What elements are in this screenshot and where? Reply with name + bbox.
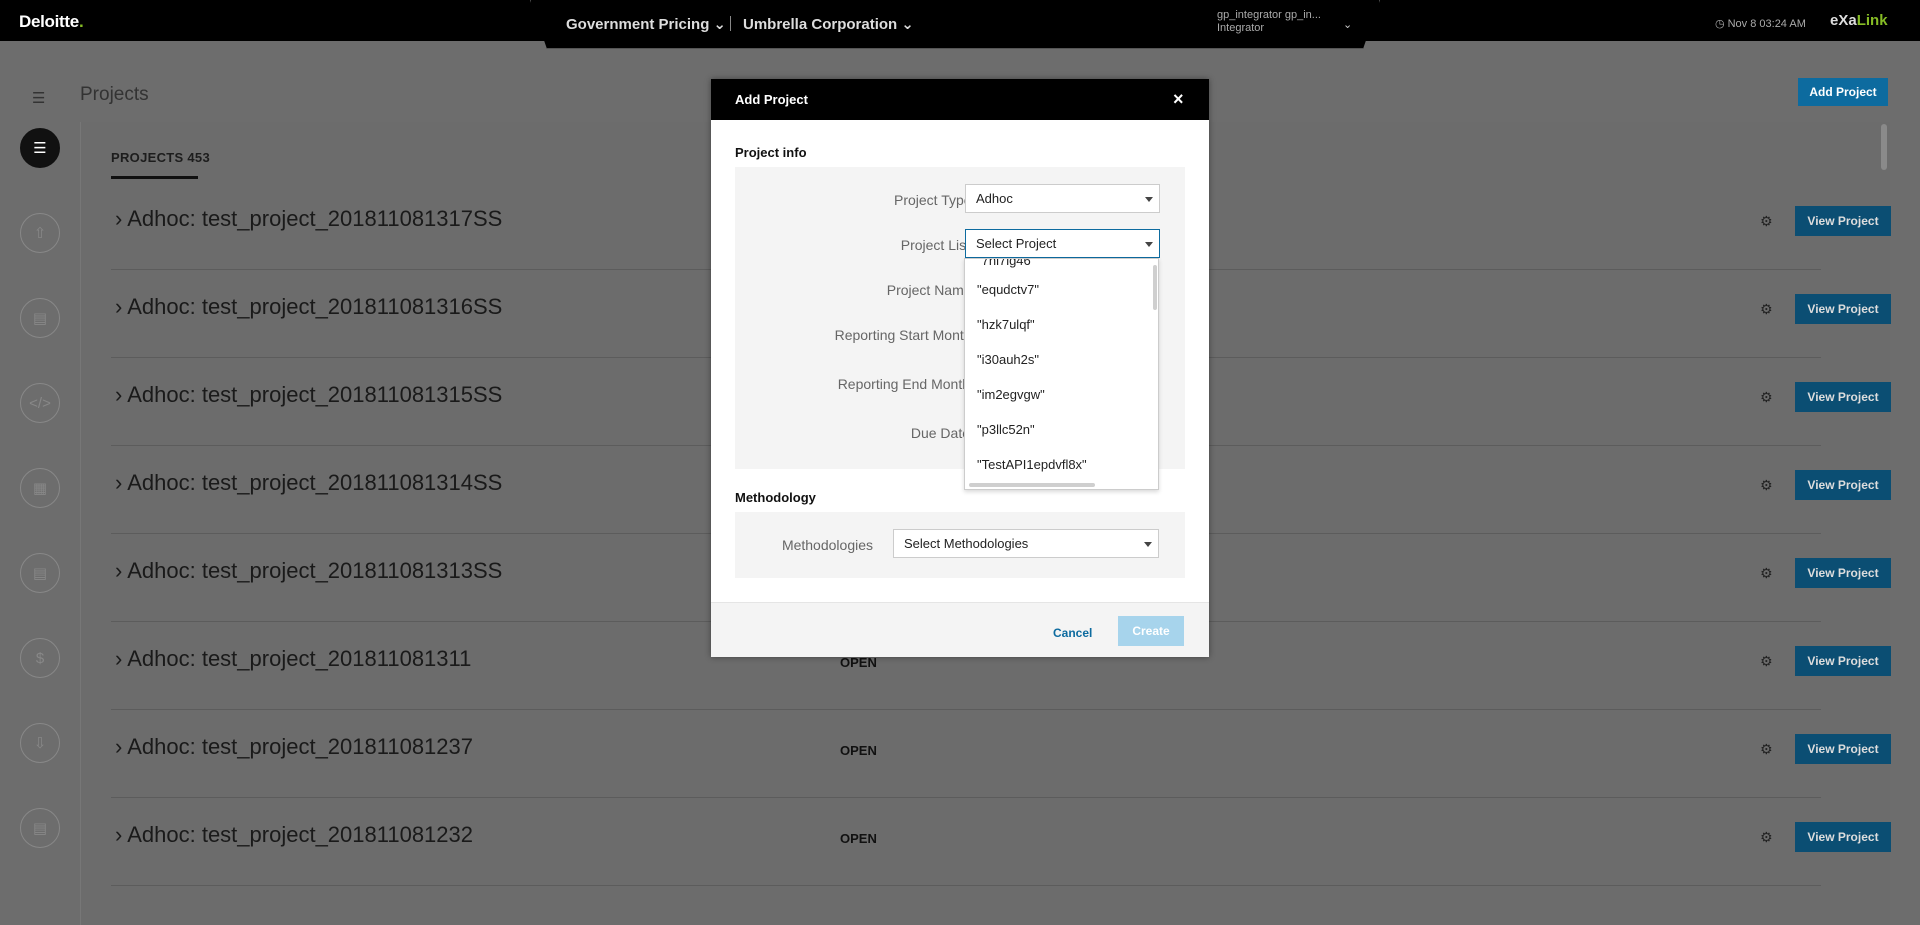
view-project-button[interactable]: View Project [1795,558,1891,588]
section-project-info: Project info [735,145,807,160]
nav-government-pricing[interactable]: Government Pricing ⌄ [566,15,726,34]
caret-down-icon [1144,542,1152,547]
due-date-label: Due Date [910,425,970,441]
view-project-button[interactable]: View Project [1795,734,1891,764]
project-title[interactable]: › Adhoc: test_project_201811081314SS [115,470,502,496]
menu-icon[interactable]: ☰ [32,89,45,107]
page-title: Projects [80,84,149,105]
dropdown-option[interactable]: "i30auh2s" [977,352,1039,367]
top-bar: Deloitte. Government Pricing ⌄ Umbrella … [0,0,1920,49]
view-project-button[interactable]: View Project [1795,470,1891,500]
tab-projects[interactable]: PROJECTS 453 [111,150,210,165]
status-badge: OPEN [840,831,877,846]
project-title[interactable]: › Adhoc: test_project_201811081315SS [115,382,502,408]
modal-title: Add Project [735,92,808,107]
table-row: › Adhoc: test_project_201811081237 OPEN … [111,710,1891,798]
dropdown-option[interactable]: "TestAPI1epdvfl8x" [977,457,1087,472]
tab-underline [111,176,198,179]
user-name: gp_integrator gp_in... [1217,9,1321,21]
status-badge: OPEN [840,655,877,670]
download-icon[interactable]: ⇩ [20,723,60,763]
chevron-down-icon: ⌄ [713,16,726,33]
reporting-end-label: Reporting End Month [837,376,970,392]
modal-header: Add Project × [711,79,1209,120]
project-title[interactable]: › Adhoc: test_project_201811081232 [115,822,473,848]
project-title[interactable]: › Adhoc: test_project_201811081311 [115,646,471,672]
chevron-down-icon[interactable]: ⌄ [1343,18,1352,31]
caret-down-icon [1145,197,1153,202]
nav-label: Umbrella Corporation [743,15,898,33]
dollar-icon[interactable]: $ [20,638,60,678]
dropdown-scrollbar[interactable] [1153,265,1157,310]
gear-icon[interactable]: ⚙ [1760,741,1773,758]
add-project-button[interactable]: Add Project [1798,78,1888,106]
nav-umbrella-corporation[interactable]: Umbrella Corporation ⌄ [743,15,914,34]
dropdown-hscrollbar[interactable] [969,483,1095,487]
project-list-dropdown: "7ni7ig46" "equdctv7" "hzk7ulqf" "i30auh… [964,258,1159,490]
clipboard-icon[interactable]: ▤ [20,808,60,848]
gear-icon[interactable]: ⚙ [1760,653,1773,670]
upload-icon[interactable]: ⇧ [20,213,60,253]
caret-down-icon [1145,242,1153,247]
project-list-label: Project List [900,237,970,253]
calculator-icon[interactable]: ▦ [20,468,60,508]
gear-icon[interactable]: ⚙ [1760,565,1773,582]
create-button[interactable]: Create [1118,616,1184,646]
view-project-button[interactable]: View Project [1795,294,1891,324]
gear-icon[interactable]: ⚙ [1760,389,1773,406]
methodology-box: Methodologies Select Methodologies [735,512,1185,578]
user-role: Integrator [1217,22,1265,34]
list-icon[interactable]: ☰ [20,128,60,168]
methodologies-select[interactable]: Select Methodologies [893,529,1159,558]
project-list-select[interactable]: Select Project [965,229,1160,258]
project-title[interactable]: › Adhoc: test_project_201811081316SS [115,294,502,320]
chevron-down-icon: ⌄ [901,16,914,33]
methodologies-label: Methodologies [781,537,873,553]
dropdown-option[interactable]: "7ni7ig46" [977,259,1035,268]
clock-icon: ◷ [1715,18,1725,30]
clock-text: Nov 8 03:24 AM [1727,17,1806,30]
dropdown-option[interactable]: "im2egvgw" [977,387,1045,402]
project-type-select[interactable]: Adhoc [965,184,1160,213]
modal-footer: Cancel Create [711,602,1209,657]
gear-icon[interactable]: ⚙ [1760,829,1773,846]
database-icon[interactable]: ▤ [20,298,60,338]
close-icon[interactable]: × [1173,89,1184,110]
view-project-button[interactable]: View Project [1795,206,1891,236]
table-row: › Adhoc: test_project_201811081232 OPEN … [111,798,1891,886]
gear-icon[interactable]: ⚙ [1760,301,1773,318]
section-methodology: Methodology [735,490,816,505]
view-project-button[interactable]: View Project [1795,646,1891,676]
dropdown-option[interactable]: "hzk7ulqf" [977,317,1035,332]
exalink-logo: eXaLink [1830,12,1888,29]
nav-label: Government Pricing [566,15,710,33]
user-menu[interactable]: gp_integrator gp_in... Integrator [1217,9,1347,35]
project-title[interactable]: › Adhoc: test_project_201811081313SS [115,558,502,584]
view-project-button[interactable]: View Project [1795,822,1891,852]
project-title[interactable]: › Adhoc: test_project_201811081317SS [115,206,502,232]
report-icon[interactable]: ▤ [20,553,60,593]
gear-icon[interactable]: ⚙ [1760,213,1773,230]
dropdown-option[interactable]: "equdctv7" [977,282,1039,297]
project-title[interactable]: › Adhoc: test_project_201811081237 [115,734,473,760]
deloitte-logo: Deloitte. [19,12,84,31]
view-project-button[interactable]: View Project [1795,382,1891,412]
status-badge: OPEN [840,743,877,758]
code-icon[interactable]: </> [20,383,60,423]
scrollbar[interactable] [1881,124,1887,170]
nav-divider [730,16,731,31]
clock: ◷ Nov 8 03:24 AM [1715,17,1806,31]
dropdown-option[interactable]: "p3llc52n" [977,422,1035,437]
cancel-button[interactable]: Cancel [1053,626,1092,640]
reporting-start-label: Reporting Start Month* [834,327,977,343]
gear-icon[interactable]: ⚙ [1760,477,1773,494]
